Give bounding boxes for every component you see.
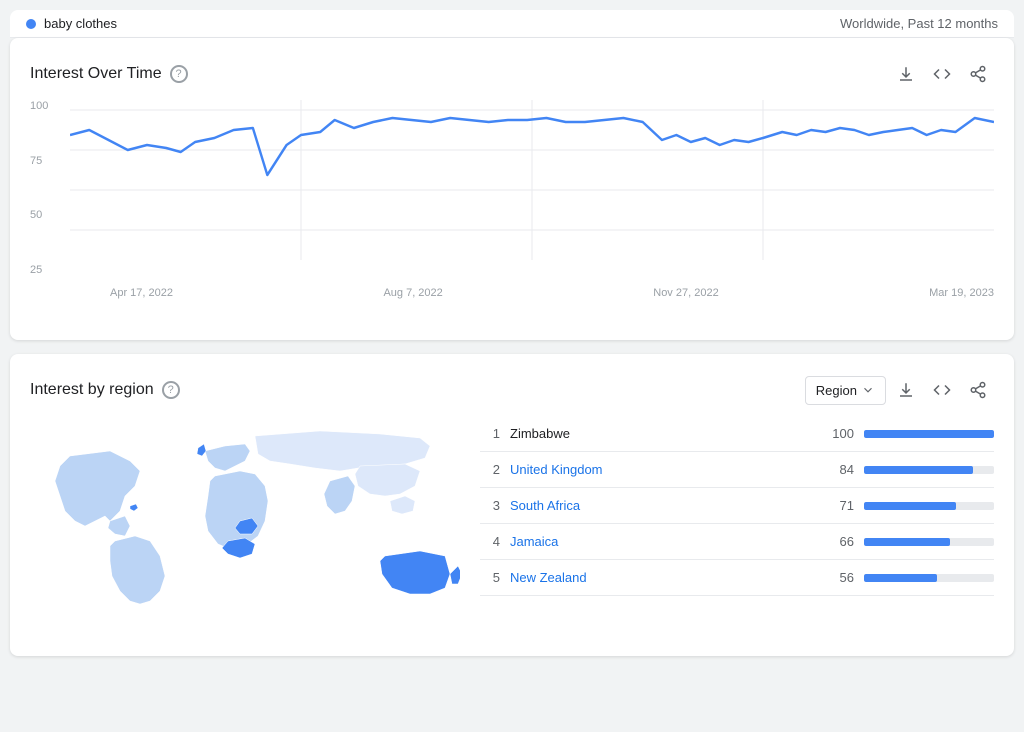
download-button[interactable] xyxy=(890,58,922,90)
rank-bar-fill xyxy=(864,466,973,474)
rank-bar-bg xyxy=(864,574,994,582)
region-download-button[interactable] xyxy=(890,374,922,406)
rank-number: 4 xyxy=(480,534,500,549)
region-dropdown[interactable]: Region xyxy=(805,376,886,405)
region-share-button[interactable] xyxy=(962,374,994,406)
interest-by-region-card: Interest by region ? Region xyxy=(10,354,1014,656)
embed-button[interactable] xyxy=(926,58,958,90)
chart-title: Interest Over Time xyxy=(30,65,162,83)
rank-bar-fill xyxy=(864,430,994,438)
rank-country-name[interactable]: Jamaica xyxy=(510,534,814,549)
region-title: Interest by region xyxy=(30,381,154,399)
rank-country-name[interactable]: United Kingdom xyxy=(510,462,814,477)
rank-row: 1 Zimbabwe 100 xyxy=(480,416,994,452)
rank-value: 71 xyxy=(824,498,854,513)
region-card-title: Interest by region ? xyxy=(30,381,180,399)
rank-value: 100 xyxy=(824,426,854,441)
card-title: Interest Over Time ? xyxy=(30,65,188,83)
world-map xyxy=(30,416,460,636)
search-term: baby clothes xyxy=(26,16,117,31)
interest-over-time-card: Interest Over Time ? 100 75 50 25 xyxy=(10,38,1014,340)
rank-bar-fill xyxy=(864,538,950,546)
rankings-list: 1 Zimbabwe 100 2 United Kingdom 84 3 South Afri… xyxy=(480,416,994,636)
scope-label: Worldwide, Past 12 months xyxy=(840,16,998,31)
rank-country-name: Zimbabwe xyxy=(510,426,814,441)
region-toolbar: Region xyxy=(805,374,994,406)
rank-bar-bg xyxy=(864,538,994,546)
rank-row: 4 Jamaica 66 xyxy=(480,524,994,560)
help-icon[interactable]: ? xyxy=(170,65,188,83)
y-axis-labels: 100 75 50 25 xyxy=(30,100,48,280)
rank-bar-bg xyxy=(864,502,994,510)
chevron-down-icon xyxy=(861,383,875,397)
rank-row: 2 United Kingdom 84 xyxy=(480,452,994,488)
term-label: baby clothes xyxy=(44,16,117,31)
rank-number: 2 xyxy=(480,462,500,477)
region-embed-button[interactable] xyxy=(926,374,958,406)
rank-row: 5 New Zealand 56 xyxy=(480,560,994,596)
rank-value: 66 xyxy=(824,534,854,549)
rank-number: 1 xyxy=(480,426,500,441)
rank-bar-fill xyxy=(864,574,937,582)
card-title-row: Interest Over Time ? xyxy=(30,58,994,90)
share-button[interactable] xyxy=(962,58,994,90)
rank-value: 84 xyxy=(824,462,854,477)
region-title-row: Interest by region ? Region xyxy=(30,374,994,406)
header-bar: baby clothes Worldwide, Past 12 months xyxy=(10,10,1014,38)
rank-bar-bg xyxy=(864,466,994,474)
rank-row: 3 South Africa 71 xyxy=(480,488,994,524)
rank-bar-bg xyxy=(864,430,994,438)
region-help-icon[interactable]: ? xyxy=(162,381,180,399)
term-dot xyxy=(26,19,36,29)
x-axis-labels: Apr 17, 2022 Aug 7, 2022 Nov 27, 2022 Ma… xyxy=(70,283,994,299)
toolbar-icons xyxy=(890,58,994,90)
rank-number: 5 xyxy=(480,570,500,585)
rank-bar-fill xyxy=(864,502,956,510)
rank-number: 3 xyxy=(480,498,500,513)
map-svg xyxy=(30,416,460,636)
rank-country-name[interactable]: New Zealand xyxy=(510,570,814,585)
region-content: 1 Zimbabwe 100 2 United Kingdom 84 3 South Afri… xyxy=(30,416,994,636)
rank-value: 56 xyxy=(824,570,854,585)
dropdown-label: Region xyxy=(816,383,857,398)
rank-country-name[interactable]: South Africa xyxy=(510,498,814,513)
line-chart: 100 75 50 25 Apr 17, 2022 Aug 7, 202 xyxy=(30,100,994,320)
chart-svg xyxy=(70,100,994,280)
